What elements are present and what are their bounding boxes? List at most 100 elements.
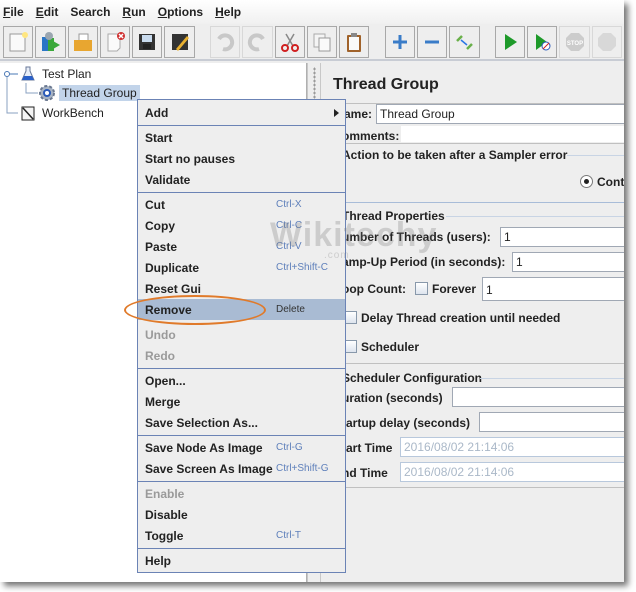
menu-item-copy[interactable]: Copy Ctrl-C	[138, 215, 345, 236]
tree-node-test-plan[interactable]: Test Plan	[20, 65, 91, 83]
svg-text:STOP: STOP	[566, 41, 582, 47]
startup-delay-field[interactable]	[479, 412, 624, 432]
open-icon	[73, 33, 92, 51]
menu-run[interactable]: Run	[122, 5, 145, 19]
paste-icon	[347, 33, 362, 52]
name-field[interactable]: Thread Group	[376, 104, 624, 124]
continue-label: Cont	[597, 175, 624, 189]
comments-label: omments:	[342, 129, 400, 143]
menu-item-merge[interactable]: Merge	[138, 391, 345, 412]
num-threads-label: umber of Threads (users):	[342, 230, 491, 244]
continue-radio[interactable]	[580, 175, 593, 188]
rampup-label: amp-Up Period (in seconds):	[342, 255, 506, 269]
thread-group-panel: Thread Group ame: Thread Group omments: …	[322, 63, 624, 582]
rampup-field[interactable]: 1	[512, 252, 624, 272]
start-no-pauses-button[interactable]	[527, 26, 558, 58]
startup-delay-label: tartup delay (seconds)	[342, 416, 471, 430]
panel-title: Thread Group	[333, 76, 439, 93]
menu-item-save-node-image[interactable]: Save Node As Image Ctrl-G	[138, 437, 345, 458]
menu-item-start-no-pauses[interactable]: Start no pauses	[138, 148, 345, 169]
shortcut-label: Ctrl+Shift-C	[276, 262, 328, 273]
menu-item-cut[interactable]: Cut Ctrl-X	[138, 194, 345, 215]
start-icon	[504, 34, 517, 50]
cut-button[interactable]	[274, 26, 305, 58]
menu-item-paste[interactable]: Paste Ctrl-V	[138, 236, 345, 257]
shortcut-label: Ctrl-X	[276, 199, 302, 210]
annotation-ring	[124, 295, 266, 325]
cut-icon	[280, 33, 299, 52]
menu-item-disable[interactable]: Disable	[138, 504, 345, 525]
menu-item-undo[interactable]: Undo	[138, 324, 345, 345]
save-as-button[interactable]	[164, 26, 195, 58]
tree-label: WorkBench	[42, 106, 104, 120]
menu-item-save-selection[interactable]: Save Selection As...	[138, 412, 345, 433]
menu-item-enable[interactable]: Enable	[138, 483, 345, 504]
menu-item-help[interactable]: Help	[138, 550, 345, 571]
undo-button[interactable]	[209, 26, 241, 58]
name-label: ame:	[344, 107, 373, 121]
context-menu: Add Start Start no pauses Validate Cut Ct…	[137, 99, 346, 573]
shortcut-label: Ctrl-C	[276, 220, 303, 231]
open-button[interactable]	[67, 26, 98, 58]
menu-item-save-screen-image[interactable]: Save Screen As Image Ctrl+Shift-G	[138, 458, 345, 479]
save-as-icon	[171, 34, 189, 51]
start-time-label: tart Time	[342, 441, 393, 455]
menu-search[interactable]: Search	[70, 5, 110, 19]
tree-label: Test Plan	[42, 67, 92, 81]
shutdown-icon	[597, 33, 616, 51]
paste-button[interactable]	[339, 26, 370, 58]
collapse-icon	[425, 40, 440, 44]
comments-field[interactable]	[401, 126, 624, 142]
start-button[interactable]	[494, 26, 526, 58]
redo-icon	[248, 33, 266, 52]
redo-button[interactable]	[242, 26, 273, 58]
jmeter-window: File Edit Search Run Options Help STOP T…	[0, 0, 624, 582]
menu-item-start[interactable]: Start	[138, 127, 345, 148]
tree-label: Thread Group	[59, 85, 140, 101]
workbench-icon	[21, 106, 35, 121]
tree-node-workbench[interactable]: WorkBench	[20, 104, 104, 122]
shortcut-label: Ctrl+Shift-G	[276, 463, 329, 474]
expand-icon	[392, 35, 407, 49]
forever-label: Forever	[432, 282, 477, 296]
start-time-field[interactable]: 2016/08/02 21:14:06	[400, 437, 624, 457]
delay-thread-label: Delay Thread creation until needed	[361, 311, 561, 325]
duration-field[interactable]	[452, 387, 624, 407]
menubar: File Edit Search Run Options Help	[0, 0, 624, 24]
flask-icon	[21, 66, 35, 81]
save-button[interactable]	[132, 26, 163, 58]
end-time-field[interactable]: 2016/08/02 21:14:06	[400, 462, 624, 482]
menu-edit[interactable]: Edit	[36, 5, 59, 19]
loop-count-field[interactable]: 1	[482, 277, 624, 301]
menu-item-open[interactable]: Open...	[138, 370, 345, 391]
close-button[interactable]	[99, 26, 131, 58]
sampler-error-legend: Action to be taken after a Sampler error	[342, 148, 568, 162]
expand-all-button[interactable]	[384, 26, 415, 58]
copy-icon	[313, 33, 331, 52]
menu-item-validate[interactable]: Validate	[138, 169, 345, 190]
new-icon	[9, 32, 29, 52]
toolbar: STOP	[0, 25, 624, 61]
menu-item-toggle[interactable]: Toggle Ctrl-T	[138, 525, 345, 546]
menu-item-add[interactable]: Add	[138, 102, 345, 123]
menu-item-redo[interactable]: Redo	[138, 345, 345, 366]
copy-button[interactable]	[306, 26, 338, 58]
num-threads-field[interactable]: 1	[500, 227, 624, 247]
menu-help[interactable]: Help	[215, 5, 241, 19]
forever-checkbox[interactable]	[415, 282, 428, 295]
menu-file[interactable]: File	[3, 5, 24, 19]
loop-count-label: oop Count:	[342, 282, 406, 296]
new-button[interactable]	[3, 26, 34, 58]
shortcut-label: Ctrl-V	[276, 241, 302, 252]
submenu-arrow-icon	[334, 108, 339, 117]
collapse-all-button[interactable]	[416, 26, 448, 58]
templates-button[interactable]	[35, 26, 66, 58]
shutdown-button[interactable]	[591, 26, 622, 58]
tree-node-thread-group[interactable]: Thread Group	[38, 84, 140, 102]
menu-item-duplicate[interactable]: Duplicate Ctrl+Shift-C	[138, 257, 345, 278]
stop-button[interactable]: STOP	[559, 26, 590, 58]
menu-options[interactable]: Options	[158, 5, 203, 19]
save-icon	[139, 34, 156, 50]
undo-icon	[217, 33, 235, 52]
toggle-button[interactable]	[449, 26, 480, 58]
